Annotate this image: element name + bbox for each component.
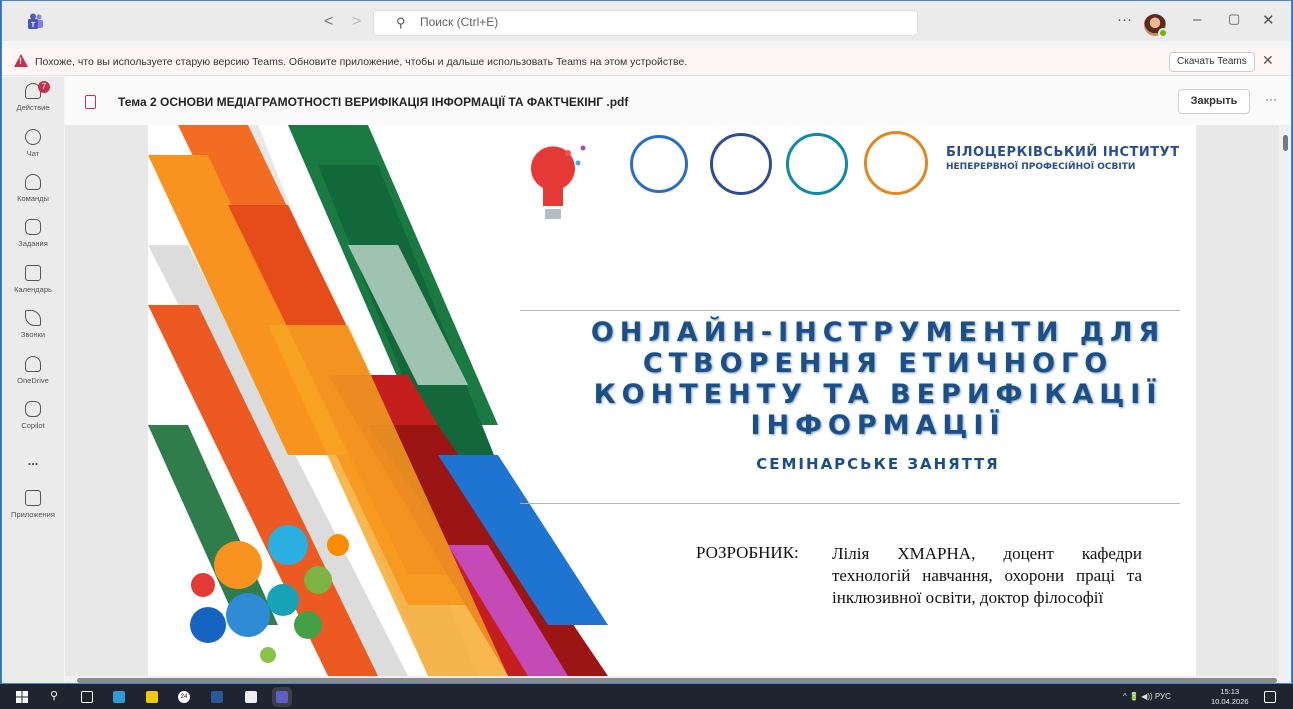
- slide-subtitle: СЕМІНАРСЬКЕ ЗАНЯТТЯ: [756, 455, 1000, 473]
- sidebar-item-assignments[interactable]: Задания: [2, 219, 64, 248]
- horizontal-scroll-thumb[interactable]: [77, 678, 1277, 683]
- warning-icon: [14, 54, 28, 67]
- teams-icon: [25, 174, 41, 190]
- institute-name-line2: НЕПЕРЕРВНОЇ ПРОФЕСІЙНОЇ ОСВІТИ: [946, 162, 1136, 172]
- restore-button[interactable]: ▢: [1228, 11, 1240, 27]
- pdf-page: БІЛОЦЕРКІВСЬКИЙ ІНСТИТУТ НЕПЕРЕРВНОЇ ПРО…: [148, 125, 1196, 676]
- sidebar-item-activity[interactable]: 7 Действие: [2, 81, 64, 112]
- cloud-icon: [25, 356, 41, 372]
- sidebar-item-label: Чат: [26, 149, 40, 158]
- academy-logo-icon: [710, 133, 772, 195]
- more-options-button[interactable]: ···: [1117, 11, 1132, 28]
- sidebar-item-label: Команды: [17, 194, 49, 203]
- sidebar-item-label: OneDrive: [17, 376, 49, 385]
- back-button[interactable]: <: [324, 13, 333, 31]
- teams-window: T < > ⚲ ··· – ▢ ✕ Похоже, что вы использ…: [1, 0, 1292, 684]
- chat-icon: [25, 129, 41, 145]
- institute-name-line1: БІЛОЦЕРКІВСЬКИЙ ІНСТИТУТ: [946, 145, 1180, 160]
- lightbulb-logo-icon: [531, 145, 586, 219]
- file-explorer-icon[interactable]: [146, 691, 158, 703]
- title-bar: T < > ⚲ ··· – ▢ ✕: [2, 1, 1291, 41]
- phone-icon: [25, 310, 41, 326]
- sidebar-more-button[interactable]: ...: [2, 453, 64, 468]
- author-label: РОЗРОБНИК:: [696, 543, 799, 562]
- sidebar-item-calls[interactable]: Звонки: [2, 310, 64, 339]
- author-text: Лілія ХМАРНА, доцент кафедри технологій …: [832, 544, 1142, 607]
- sidebar-item-label: Задания: [18, 239, 48, 248]
- clock-date: 10.04.2026: [1211, 697, 1249, 706]
- notifications-icon[interactable]: [1264, 691, 1276, 703]
- download-teams-button[interactable]: Скачать Teams: [1169, 52, 1255, 72]
- chrome-icon[interactable]: 24: [178, 691, 190, 703]
- divider-top: [520, 310, 1180, 311]
- close-file-button[interactable]: Закрыть: [1178, 89, 1250, 114]
- sihpo-logo-icon: [630, 135, 688, 193]
- horizontal-scrollbar[interactable]: [65, 676, 1291, 683]
- sidebar-item-onedrive[interactable]: OneDrive: [2, 356, 64, 385]
- app-sidebar: 7 Действие Чат Команды Задания Календарь…: [2, 77, 64, 683]
- backpack-icon: [25, 219, 41, 235]
- media-player-icon[interactable]: [113, 691, 125, 703]
- sidebar-item-teams[interactable]: Команды: [2, 174, 64, 203]
- pdf-viewer[interactable]: БІЛОЦЕРКІВСЬКИЙ ІНСТИТУТ НЕПЕРЕРВНОЇ ПРО…: [65, 125, 1291, 683]
- task-view-icon[interactable]: [81, 691, 93, 703]
- clock-time: 15:13: [1220, 687, 1240, 696]
- copilot-icon: [25, 401, 41, 417]
- plus-icon: [25, 490, 41, 506]
- divider-bottom: [520, 503, 1180, 504]
- teams-taskbar-icon[interactable]: [276, 691, 288, 703]
- vertical-scrollbar[interactable]: [1279, 125, 1291, 676]
- pdf-file-icon: [85, 95, 96, 109]
- sidebar-item-label: Copilot: [21, 421, 45, 430]
- minimize-button[interactable]: –: [1193, 11, 1201, 28]
- activity-badge: 7: [38, 81, 50, 93]
- teams-logo-icon[interactable]: T: [26, 13, 44, 29]
- institute-logo-icon: [786, 133, 848, 195]
- system-tray[interactable]: ^ 🔋 ◀)) РУС: [1123, 692, 1171, 701]
- update-banner: Похоже, что вы используете старую версию…: [2, 48, 1291, 76]
- banner-message: Похоже, что вы используете старую версию…: [35, 56, 688, 68]
- sidebar-item-label: Звонки: [20, 330, 46, 339]
- bicpo-logo-icon: [864, 131, 928, 195]
- sidebar-item-label: Действие: [16, 103, 50, 112]
- clock[interactable]: 15:13 10.04.2026: [1211, 687, 1249, 707]
- svg-text:T: T: [31, 22, 36, 29]
- word-icon[interactable]: [211, 691, 223, 703]
- journal-app-icon[interactable]: [245, 691, 257, 703]
- file-more-button[interactable]: ···: [1265, 92, 1277, 106]
- sidebar-item-label: Приложения: [11, 510, 55, 519]
- calendar-icon: [25, 265, 41, 281]
- sidebar-item-calendar[interactable]: Календарь: [2, 265, 64, 294]
- sidebar-item-label: Календарь: [14, 285, 52, 294]
- institute-name: БІЛОЦЕРКІВСЬКИЙ ІНСТИТУТ НЕПЕРЕРВНОЇ ПРО…: [946, 145, 1180, 172]
- sidebar-item-copilot[interactable]: Copilot: [2, 401, 64, 430]
- forward-button[interactable]: >: [352, 13, 361, 31]
- sidebar-item-chat[interactable]: Чат: [2, 129, 64, 158]
- banner-close-button[interactable]: ✕: [1262, 52, 1274, 69]
- search-box[interactable]: ⚲: [373, 10, 918, 36]
- file-title: Тема 2 ОСНОВИ МЕДІАГРАМОТНОСТІ ВЕРИФІКАЦ…: [118, 95, 629, 109]
- search-input[interactable]: [420, 15, 720, 29]
- status-available-icon: [1158, 28, 1168, 38]
- windows-start-icon[interactable]: [16, 691, 28, 703]
- taskbar: ⚲ 24 ^ 🔋 ◀)) РУС 15:13 10.04.2026: [0, 684, 1293, 709]
- slide-title: ОНЛАЙН-ІНСТРУМЕНТИ ДЛЯ СТВОРЕННЯ ЕТИЧНОГ…: [590, 317, 1166, 441]
- search-icon: ⚲: [396, 15, 406, 30]
- sidebar-item-apps[interactable]: Приложения: [2, 490, 64, 519]
- file-header: Тема 2 ОСНОВИ МЕДІАГРАМОТНОСТІ ВЕРИФІКАЦ…: [65, 77, 1291, 125]
- close-window-button[interactable]: ✕: [1262, 11, 1275, 29]
- vertical-scroll-thumb[interactable]: [1283, 135, 1288, 151]
- taskbar-search-icon[interactable]: ⚲: [50, 689, 62, 702]
